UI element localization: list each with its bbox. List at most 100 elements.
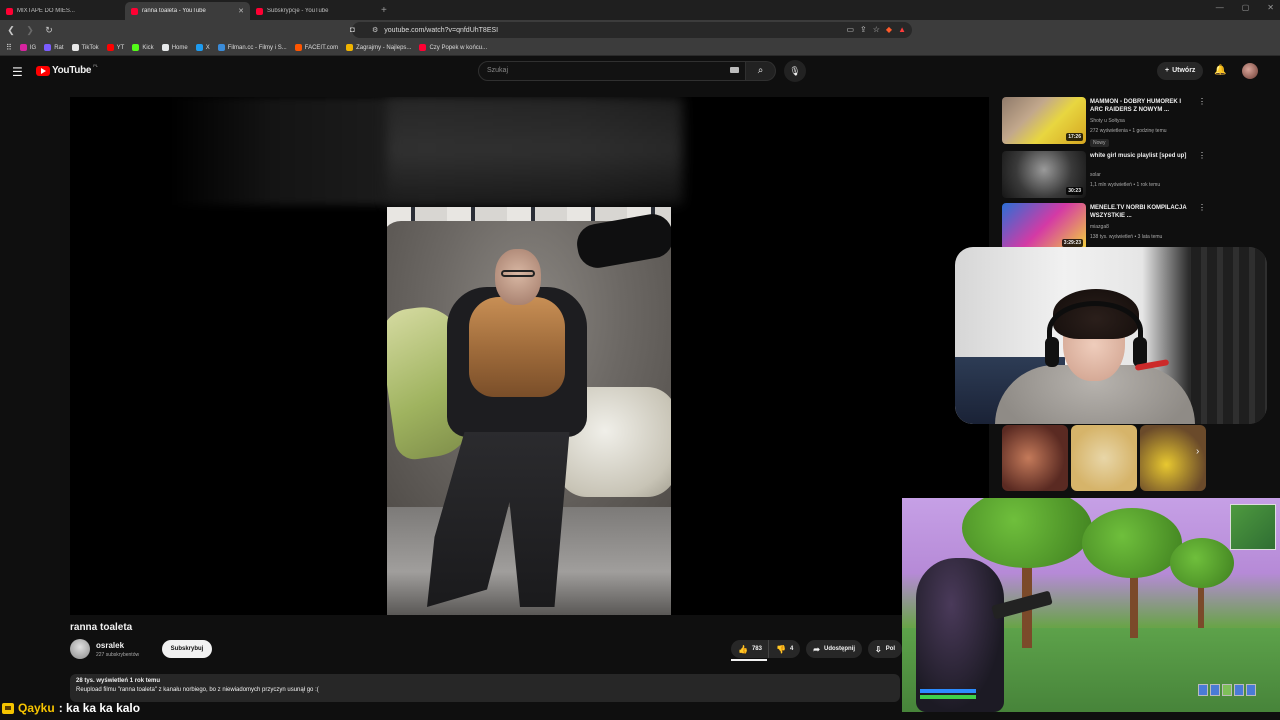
game-tree xyxy=(1082,508,1182,578)
recommendation-channel: miazga8 xyxy=(1090,224,1109,230)
browser-tab[interactable]: MIXTAPE DO MIES... xyxy=(0,2,125,20)
like-count: 783 xyxy=(751,646,762,652)
recommendation-meta: 138 tys. wyświetleń • 3 lata temu xyxy=(1090,234,1163,240)
bookmark-icon xyxy=(195,44,203,51)
close-window-icon[interactable]: ✕ xyxy=(1267,3,1274,12)
bookmark-item[interactable]: TikTok xyxy=(71,44,99,51)
recommendation-meta: 272 wyświetlenia • 1 godzinę temu xyxy=(1090,128,1167,134)
recommendation-title: MAMMON - DOBRY HUMOREK I ARC RAIDERS Z N… xyxy=(1090,99,1181,113)
short-thumbnail[interactable] xyxy=(1071,425,1137,491)
video-person-glasses xyxy=(501,270,535,277)
webcam-curtain xyxy=(1191,247,1267,424)
short-thumbnail[interactable] xyxy=(1002,425,1068,491)
menu-icon[interactable]: ☰ xyxy=(12,65,23,79)
video-thumbnail[interactable]: 17:26 xyxy=(1002,97,1086,144)
keyboard-icon[interactable] xyxy=(730,67,739,73)
search-placeholder: Szukaj xyxy=(487,67,509,74)
download-icon: ⇩ xyxy=(875,644,882,654)
extension-red-icon[interactable]: ▲ xyxy=(898,25,906,34)
create-button[interactable]: + Utwórz xyxy=(1157,62,1204,80)
close-tab-icon[interactable]: ✕ xyxy=(238,7,244,15)
recommendation-channel: solar xyxy=(1090,172,1101,178)
game-health-bar xyxy=(920,695,976,699)
account-avatar[interactable] xyxy=(1242,63,1258,79)
bookmark-item[interactable]: Kick xyxy=(132,44,154,51)
webcam-overlay xyxy=(955,247,1267,424)
recommendation-item[interactable]: 17:26 MAMMON - DOBRY HUMOREK I ARC RAIDE… xyxy=(1002,97,1208,147)
filman-icon xyxy=(217,44,225,51)
bookmark-item[interactable]: FACEIT.com xyxy=(294,44,338,51)
headphones-icon xyxy=(1047,301,1143,361)
extension-brave-icon[interactable]: ◆ xyxy=(886,25,892,34)
more-options-icon[interactable]: ⋮ xyxy=(1198,203,1206,212)
more-options-icon[interactable]: ⋮ xyxy=(1198,97,1206,106)
forward-icon[interactable]: ❯ xyxy=(22,25,38,36)
search-icon: ⌕ xyxy=(757,65,764,76)
game-hotbar-slot xyxy=(1222,684,1232,696)
description-text: Reupload filmu "ranna toaleta" z kanału … xyxy=(76,687,319,693)
recommendation-title: MENELE.TV NORBI KOMPILACJA WSZYSTKIE ... xyxy=(1090,205,1187,219)
minimize-icon[interactable]: — xyxy=(1216,3,1224,12)
download-label: Pol xyxy=(885,646,896,652)
views-and-date: 28 tys. wyświetleń 1 rok temu xyxy=(76,678,161,684)
channel-name[interactable]: osralek xyxy=(96,641,124,650)
search-button[interactable]: ⌕ xyxy=(746,61,776,81)
voice-search-button[interactable]: 🎙 xyxy=(784,60,806,82)
bookmark-item[interactable]: Zagrajmy - Najleps... xyxy=(346,44,411,51)
dislike-button[interactable]: 👎 4 xyxy=(768,640,801,658)
channel-avatar[interactable] xyxy=(70,639,90,659)
subscribe-button[interactable]: Subskrybuj xyxy=(162,640,212,658)
video-title: ranna toaleta xyxy=(70,622,133,633)
recommendation-item[interactable]: 30:23 white girl music playlist [sped up… xyxy=(1002,151,1208,201)
thumbs-down-icon: 👎 xyxy=(775,644,786,654)
recommendation-title: white girl music playlist [sped up] xyxy=(1090,153,1187,159)
back-icon[interactable]: ❮ xyxy=(3,25,19,36)
apps-grid-icon[interactable]: ⠿ xyxy=(6,43,12,52)
duration-badge: 30:23 xyxy=(1066,187,1083,195)
browser-tab[interactable]: Subskrypcje - YouTube xyxy=(250,2,375,20)
youtube-icon xyxy=(106,44,114,51)
site-info-icon[interactable]: ⚙ xyxy=(372,26,378,34)
bookmark-item[interactable]: Rat xyxy=(44,44,64,51)
chat-username: Qayku xyxy=(18,701,55,715)
duration-badge: 17:26 xyxy=(1066,133,1083,141)
browser-tab-active[interactable]: ranna toaleta - YouTube ✕ xyxy=(125,2,250,20)
share-button[interactable]: ➦ Udostępnij xyxy=(806,640,862,658)
bookmark-item[interactable]: YT xyxy=(106,44,124,51)
video-thumbnail[interactable]: 30:23 xyxy=(1002,151,1086,198)
short-thumbnail[interactable] xyxy=(1140,425,1206,491)
notifications-bell-icon[interactable]: 🔔 xyxy=(1214,65,1226,76)
bookmark-item[interactable]: IG xyxy=(19,44,36,51)
cast-icon[interactable]: ▭ xyxy=(846,25,854,34)
more-options-icon[interactable]: ⋮ xyxy=(1198,151,1206,160)
chevron-right-icon[interactable]: › xyxy=(1196,446,1199,457)
new-tab-icon[interactable]: + xyxy=(375,2,393,20)
video-player[interactable] xyxy=(70,97,989,615)
video-thumbnail[interactable]: 3:29:23 xyxy=(1002,203,1086,250)
bookmark-item[interactable]: X xyxy=(195,44,210,51)
maximize-icon[interactable]: ▢ xyxy=(1242,3,1250,12)
bookmark-item[interactable]: Home xyxy=(161,44,188,51)
tab-label: Subskrypcje - YouTube xyxy=(267,8,329,14)
plus-icon: + xyxy=(1165,67,1170,74)
browser-toolbar: ❮ ❯ ↻ ◘ ⚙ youtube.com/watch?v=qnfdUhT8ES… xyxy=(0,20,1280,52)
game-hotbar xyxy=(1198,684,1256,696)
youtube-logo[interactable]: YouTube PL xyxy=(36,63,98,76)
share-icon[interactable]: ⇪ xyxy=(860,25,867,34)
bookmark-item[interactable]: Filman.cc - Filmy i S... xyxy=(217,44,287,51)
kick-icon xyxy=(132,44,140,51)
recommendation-item[interactable]: 3:29:23 MENELE.TV NORBI KOMPILACJA WSZYS… xyxy=(1002,203,1208,253)
video-actions: 👍 783 👎 4 ➦ Udostępnij ⇩ Pol xyxy=(731,640,903,658)
dislike-count: 4 xyxy=(789,646,794,652)
star-icon[interactable]: ☆ xyxy=(873,25,880,34)
address-bar[interactable]: ◘ ⚙ youtube.com/watch?v=qnfdUhT8ESI ▭ ⇪ … xyxy=(350,22,912,38)
reload-icon[interactable]: ↻ xyxy=(41,25,57,36)
description-box[interactable]: 28 tys. wyświetleń 1 rok temu Reupload f… xyxy=(70,674,900,702)
download-button[interactable]: ⇩ Pol xyxy=(868,640,903,658)
like-button[interactable]: 👍 783 xyxy=(731,640,769,658)
recommendation-meta: 1,1 mln wyświetleń • 1 rok temu xyxy=(1090,182,1161,188)
bookmark-page-icon[interactable]: ◘ xyxy=(350,25,355,34)
rat-icon xyxy=(44,44,52,51)
search-input[interactable]: Szukaj xyxy=(478,61,746,81)
bookmark-item[interactable]: Czy Popek w końcu... xyxy=(419,44,487,51)
